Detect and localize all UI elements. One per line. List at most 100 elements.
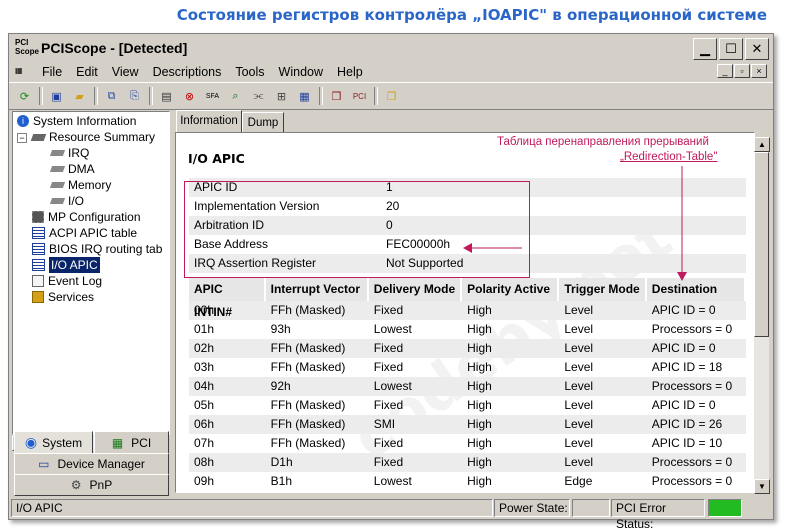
- column-header[interactable]: Destination: [646, 278, 744, 301]
- column-header[interactable]: Trigger Mode: [559, 278, 645, 301]
- chip-icon[interactable]: ▦: [295, 87, 314, 106]
- window-cascade-icon[interactable]: ❐: [382, 87, 401, 106]
- pci-card-icon: ▦: [111, 435, 124, 450]
- tree-item-bios-irq-routing[interactable]: BIOS IRQ routing tab: [32, 241, 162, 257]
- table-cell: Processors = 0: [651, 322, 733, 336]
- table-cell: Level: [564, 417, 594, 431]
- mdi-minimize-button[interactable]: _: [717, 64, 733, 78]
- system-tab-button[interactable]: ◉ System: [14, 431, 93, 454]
- tree-item-mp-configuration[interactable]: MP Configuration: [32, 209, 141, 225]
- close-button[interactable]: ✕: [745, 38, 769, 60]
- chip-icon: [49, 198, 66, 204]
- tree-item-io-apic[interactable]: I/O APIC: [32, 257, 100, 273]
- scrollbar-thumb[interactable]: [754, 152, 769, 337]
- paste-icon[interactable]: ⎘: [125, 87, 144, 106]
- table-cell: 93h: [270, 322, 291, 336]
- refresh-icon[interactable]: ⟳: [15, 87, 34, 106]
- table-icon: [32, 259, 45, 271]
- table-cell: SMI: [373, 417, 396, 431]
- table-cell: Fixed: [373, 341, 404, 355]
- tree-item-irq[interactable]: IRQ: [49, 145, 89, 161]
- table-row[interactable]: 00h FFh (Masked) Fixed High Level APIC ID = 0: [189, 301, 746, 320]
- mdi-close-button[interactable]: ×: [751, 64, 767, 78]
- table-cell: FFh (Masked): [270, 417, 346, 431]
- pnp-button[interactable]: ⚙ PnP: [14, 474, 169, 496]
- navigation-tree: i System Information − Resource Summary …: [12, 111, 170, 435]
- hex-icon[interactable]: SFA: [203, 87, 222, 106]
- chip-icon: [49, 166, 66, 172]
- tree-item-event-log[interactable]: Event Log: [32, 273, 102, 289]
- search-icon[interactable]: ⌕: [226, 87, 245, 106]
- tree-label: I/O APIC: [49, 257, 100, 273]
- table-row[interactable]: 06h FFh (Masked) SMI High Level APIC ID = 26: [189, 415, 746, 434]
- open-folder-icon[interactable]: ▰: [70, 87, 89, 106]
- column-header[interactable]: Polarity Active: [462, 278, 558, 301]
- table-row[interactable]: 05h FFh (Masked) Fixed High Level APIC ID = 0: [189, 396, 746, 415]
- table-cell: Processors = 0: [651, 474, 733, 488]
- menu-descriptions[interactable]: Descriptions: [146, 65, 229, 79]
- table-cell: Fixed: [373, 303, 404, 317]
- column-header[interactable]: Delivery Mode: [368, 278, 461, 301]
- table-cell: High: [467, 474, 492, 488]
- title-bar: PCI Scope PCIScope - [Detected] ▁ ☐ ✕: [9, 34, 773, 62]
- table-row[interactable]: 02h FFh (Masked) Fixed High Level APIC ID = 0: [189, 339, 746, 358]
- menu-tools[interactable]: Tools: [228, 65, 271, 79]
- table-cell: Lowest: [373, 322, 412, 336]
- tree-item-system-information[interactable]: i System Information: [17, 113, 136, 129]
- table-cell: 09h: [194, 474, 215, 488]
- table-row[interactable]: 07h FFh (Masked) Fixed High Level APIC ID = 1…: [189, 434, 746, 453]
- book-icon[interactable]: ❒: [327, 87, 346, 106]
- table-row[interactable]: 03h FFh (Masked) Fixed High Level APIC ID = 1…: [189, 358, 746, 377]
- table-row[interactable]: 04h 92h Lowest High Level Processors = 0: [189, 377, 746, 396]
- table-row[interactable]: 01h 93h Lowest High Level Processors = 0: [189, 320, 746, 339]
- mdi-system-menu-icon[interactable]: ▦: [15, 66, 29, 78]
- tree-item-services[interactable]: Services: [32, 289, 94, 305]
- table-row[interactable]: 08h D1h Fixed High Level Processors = 0: [189, 453, 746, 472]
- device-manager-button[interactable]: ▭ Device Manager: [14, 453, 169, 475]
- menu-edit[interactable]: Edit: [69, 65, 105, 79]
- window-title: PCIScope - [Detected]: [41, 40, 188, 56]
- column-header[interactable]: Interrupt Vector: [265, 278, 367, 301]
- column-header[interactable]: APIC INTIN#: [189, 278, 264, 319]
- app-logo-icon: PCI Scope: [15, 38, 40, 56]
- menu-view[interactable]: View: [105, 65, 146, 79]
- scan-icon[interactable]: ▤: [157, 87, 176, 106]
- tree-label: Memory: [68, 178, 112, 192]
- mdi-restore-button[interactable]: ▫: [734, 64, 750, 78]
- tree-item-acpi-apic-table[interactable]: ACPI APIC table: [32, 225, 137, 241]
- tree-item-io[interactable]: I/O: [49, 193, 84, 209]
- menu-file[interactable]: File: [35, 65, 69, 79]
- table-cell: High: [467, 455, 492, 469]
- tab-dump[interactable]: Dump: [242, 112, 284, 134]
- power-state-value: [572, 499, 610, 517]
- tree-item-resource-summary[interactable]: Resource Summary: [30, 129, 155, 145]
- maximize-button[interactable]: ☐: [719, 38, 743, 60]
- log-icon: [32, 275, 44, 287]
- chip-icon: [30, 133, 47, 141]
- chip-icon: [49, 182, 66, 188]
- table-cell: 92h: [270, 379, 291, 393]
- scroll-up-button[interactable]: ▲: [754, 137, 770, 152]
- copy-icon[interactable]: ⧉: [102, 87, 121, 106]
- bus-icon[interactable]: ⫘: [249, 87, 268, 106]
- stop-icon[interactable]: ⊗: [180, 87, 199, 106]
- pci-icon[interactable]: PCI: [350, 87, 369, 106]
- redirection-table: APIC INTIN# Interrupt Vector Delivery Mode…: [189, 278, 746, 491]
- tree-item-memory[interactable]: Memory: [49, 177, 112, 193]
- scroll-down-button[interactable]: ▼: [754, 479, 770, 494]
- menu-window[interactable]: Window: [272, 65, 330, 79]
- tree-icon[interactable]: ⊞: [272, 87, 291, 106]
- menu-help[interactable]: Help: [330, 65, 370, 79]
- content-vertical-scrollbar[interactable]: ▲ ▼: [754, 137, 770, 494]
- table-cell: APIC ID = 26: [651, 417, 723, 431]
- tree-item-dma[interactable]: DMA: [49, 161, 95, 177]
- minimize-button[interactable]: ▁: [693, 38, 717, 60]
- save-icon[interactable]: ▣: [47, 87, 66, 106]
- pci-tab-button[interactable]: ▦ PCI: [94, 431, 169, 454]
- tab-information[interactable]: Information: [176, 110, 242, 134]
- table-icon: [32, 227, 45, 239]
- table-row[interactable]: 09h B1h Lowest High Edge Processors = 0: [189, 472, 746, 491]
- table-cell: Lowest: [373, 379, 412, 393]
- collapse-icon[interactable]: −: [17, 133, 27, 143]
- pci-tab-label: PCI: [131, 435, 152, 450]
